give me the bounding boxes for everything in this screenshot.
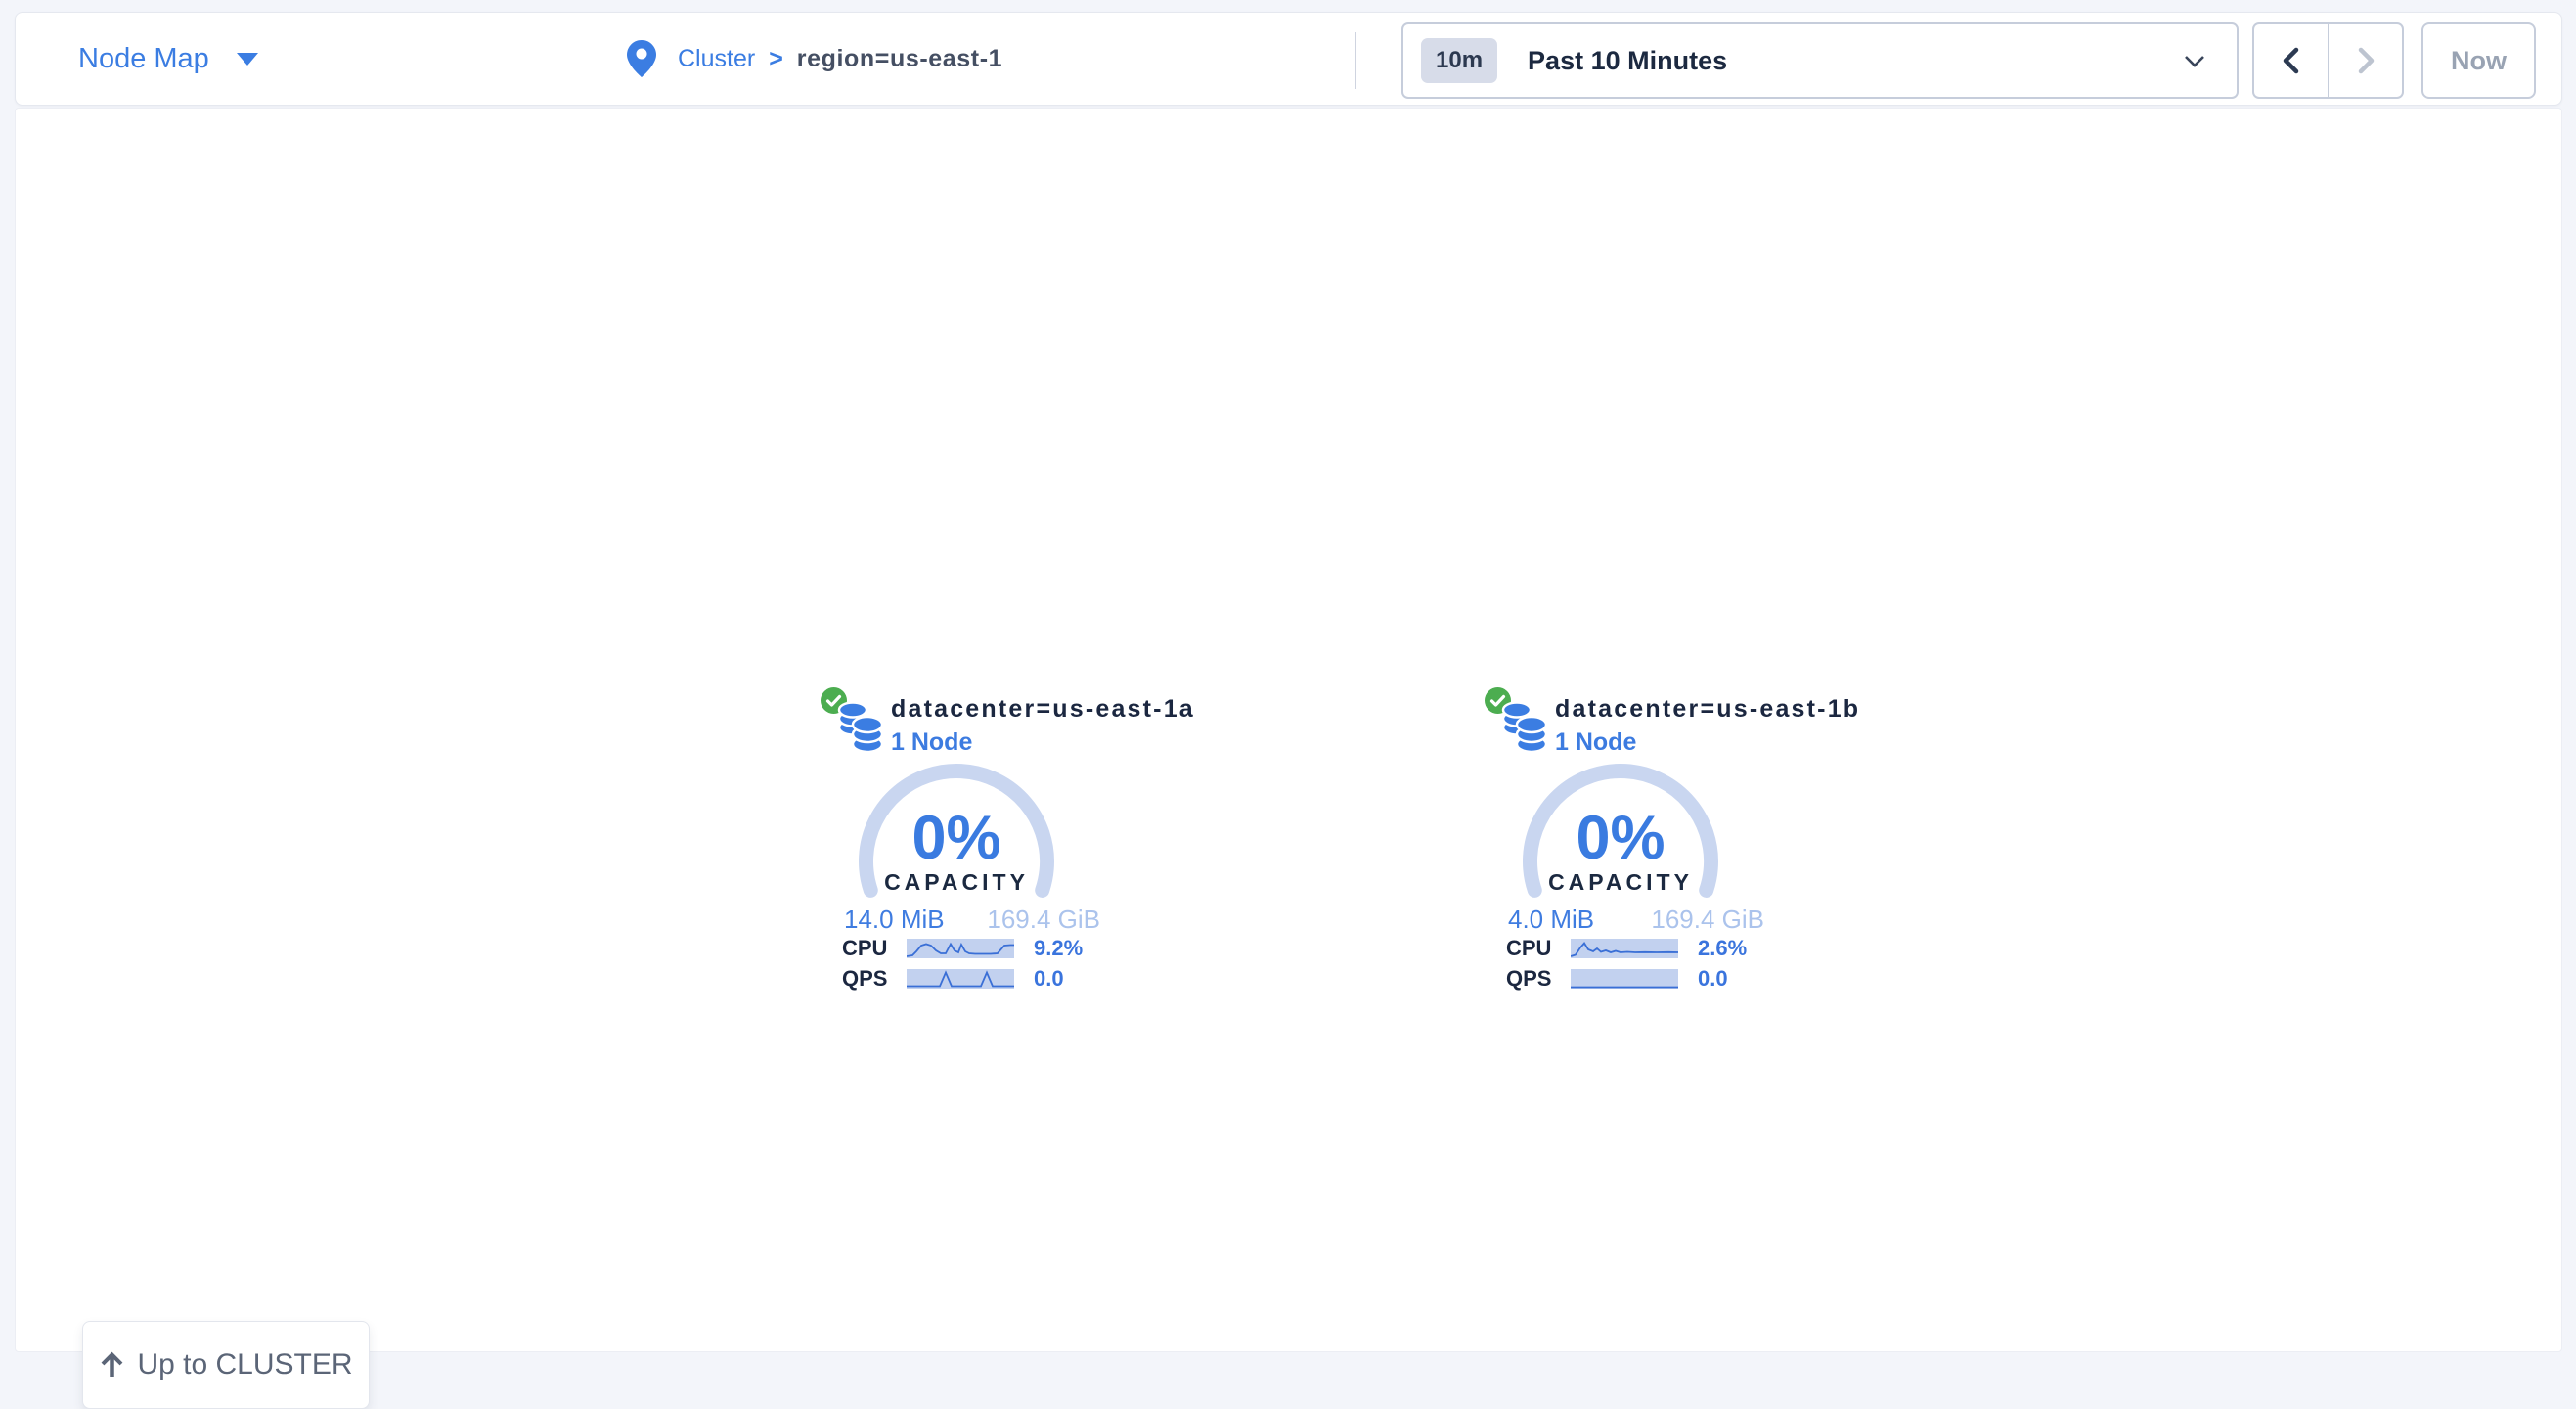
up-to-cluster-label: Up to CLUSTER [137,1348,352,1382]
qps-metric-row: QPS 0.0 [842,966,1116,991]
header-bar: Node Map Cluster > region=us-east-1 10m … [15,12,2562,106]
view-selector-label: Node Map [78,43,209,75]
qps-sparkline [1571,969,1678,989]
datacenter-node-count: 1 Node [891,728,972,757]
database-stack-icon [837,701,884,754]
cpu-label: CPU [842,936,907,961]
datacenter-title: datacenter=us-east-1a [891,695,1195,724]
breadcrumb-cluster-link[interactable]: Cluster [678,45,755,73]
cpu-value: 2.6% [1698,936,1747,961]
breadcrumb-current: region=us-east-1 [797,45,1002,73]
breadcrumb-separator: > [769,45,783,73]
chevron-down-icon [2184,55,2205,67]
header-divider [1355,32,1356,89]
cpu-label: CPU [1506,936,1571,961]
cpu-sparkline [1571,939,1678,958]
now-button-label: Now [2451,46,2507,76]
view-selector-dropdown[interactable]: Node Map [78,13,258,105]
time-range-badge: 10m [1421,38,1497,83]
location-pin-icon [627,40,656,77]
chevron-right-icon [2353,45,2378,76]
capacity-values: 14.0 MiB 169.4 GiB [844,904,1100,935]
qps-value: 0.0 [1034,966,1064,991]
qps-label: QPS [842,966,907,991]
time-next-button[interactable] [2328,24,2402,97]
qps-label: QPS [1506,966,1571,991]
cpu-value: 9.2% [1034,936,1083,961]
arrow-up-icon [99,1351,125,1379]
node-map-canvas: datacenter=us-east-1a 1 Node 0% CAPACITY… [15,108,2562,1352]
time-nav-control [2252,22,2404,99]
qps-metric-row: QPS 0.0 [1506,966,1780,991]
datacenter-card-us-east-1a[interactable]: datacenter=us-east-1a 1 Node 0% CAPACITY… [821,685,1124,1000]
time-prev-button[interactable] [2254,24,2328,97]
caret-down-icon [237,53,258,66]
capacity-used: 14.0 MiB [844,904,945,935]
database-stack-icon [1501,701,1548,754]
datacenter-card-us-east-1b[interactable]: datacenter=us-east-1b 1 Node 0% CAPACITY… [1485,685,1788,1000]
datacenter-title: datacenter=us-east-1b [1555,695,1860,724]
capacity-total: 169.4 GiB [1651,904,1764,935]
capacity-used: 4.0 MiB [1508,904,1594,935]
capacity-label: CAPACITY [849,869,1064,896]
capacity-percent: 0% [849,803,1064,873]
breadcrumb: Cluster > region=us-east-1 [627,13,1002,105]
now-button[interactable]: Now [2421,22,2536,99]
capacity-label: CAPACITY [1513,869,1728,896]
capacity-total: 169.4 GiB [987,904,1100,935]
cpu-metric-row: CPU 9.2% [842,936,1116,961]
qps-sparkline [907,969,1014,989]
up-to-cluster-button[interactable]: Up to CLUSTER [82,1321,370,1409]
qps-value: 0.0 [1698,966,1728,991]
capacity-values: 4.0 MiB 169.4 GiB [1508,904,1764,935]
time-range-dropdown[interactable]: 10m Past 10 Minutes [1401,22,2239,99]
capacity-percent: 0% [1513,803,1728,873]
chevron-left-icon [2279,45,2304,76]
datacenter-node-count: 1 Node [1555,728,1636,757]
time-range-label: Past 10 Minutes [1528,46,1727,76]
cpu-sparkline [907,939,1014,958]
cpu-metric-row: CPU 2.6% [1506,936,1780,961]
